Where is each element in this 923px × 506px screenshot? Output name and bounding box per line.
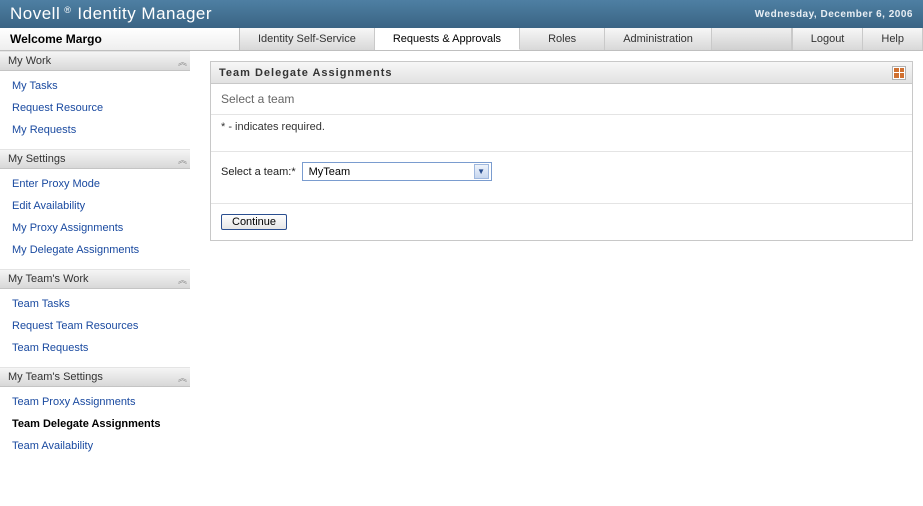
sidebar-group-label: My Settings bbox=[8, 153, 65, 165]
sidebar-item-team-availability[interactable]: Team Availability bbox=[0, 435, 190, 457]
select-team-value: MyTeam bbox=[309, 166, 351, 178]
sidebar-group-label: My Team's Work bbox=[8, 273, 89, 285]
panel-title-bar: Team Delegate Assignments bbox=[211, 62, 912, 84]
sidebar-item-my-delegate-assignments[interactable]: My Delegate Assignments bbox=[0, 239, 190, 261]
header-date: Wednesday, December 6, 2006 bbox=[755, 9, 913, 20]
panel-subtitle: Select a team bbox=[211, 84, 912, 115]
sidebar-item-request-resource[interactable]: Request Resource bbox=[0, 97, 190, 119]
tab-bar: Identity Self-Service Requests & Approva… bbox=[240, 28, 923, 50]
panel: Team Delegate Assignments Select a team … bbox=[210, 61, 913, 241]
sidebar-group-my-teams-work[interactable]: My Team's Work ︽ bbox=[0, 269, 190, 289]
sidebar-item-team-tasks[interactable]: Team Tasks bbox=[0, 293, 190, 315]
brand-company: Novell bbox=[10, 4, 60, 24]
collapse-icon: ︽ bbox=[178, 153, 184, 166]
sidebar-item-team-requests[interactable]: Team Requests bbox=[0, 337, 190, 359]
tab-roles[interactable]: Roles bbox=[520, 28, 605, 50]
continue-button[interactable]: Continue bbox=[221, 214, 287, 230]
sidebar-item-my-requests[interactable]: My Requests bbox=[0, 119, 190, 141]
grid-icon[interactable] bbox=[892, 66, 906, 80]
select-team-label: Select a team:* bbox=[221, 166, 296, 178]
sidebar-item-team-delegate-assignments[interactable]: Team Delegate Assignments bbox=[0, 413, 190, 435]
tab-logout[interactable]: Logout bbox=[792, 28, 864, 50]
sidebar-item-enter-proxy-mode[interactable]: Enter Proxy Mode bbox=[0, 173, 190, 195]
form-row-select-team: Select a team:* MyTeam ▼ bbox=[211, 151, 912, 204]
sidebar-group-my-settings[interactable]: My Settings ︽ bbox=[0, 149, 190, 169]
sidebar: My Work ︽ My Tasks Request Resource My R… bbox=[0, 51, 190, 506]
collapse-icon: ︽ bbox=[178, 55, 184, 68]
required-note: * - indicates required. bbox=[211, 115, 912, 151]
sidebar-group-label: My Team's Settings bbox=[8, 371, 103, 383]
sidebar-item-my-tasks[interactable]: My Tasks bbox=[0, 75, 190, 97]
nav-row: Welcome Margo Identity Self-Service Requ… bbox=[0, 28, 923, 51]
panel-title-text: Team Delegate Assignments bbox=[219, 67, 393, 79]
brand-product: Identity Manager bbox=[77, 4, 212, 24]
collapse-icon: ︽ bbox=[178, 273, 184, 286]
sidebar-item-my-proxy-assignments[interactable]: My Proxy Assignments bbox=[0, 217, 190, 239]
sidebar-item-team-proxy-assignments[interactable]: Team Proxy Assignments bbox=[0, 391, 190, 413]
main-area: Team Delegate Assignments Select a team … bbox=[190, 51, 923, 506]
brand-reg: ® bbox=[64, 5, 71, 15]
tab-help[interactable]: Help bbox=[863, 28, 923, 50]
sidebar-item-request-team-resources[interactable]: Request Team Resources bbox=[0, 315, 190, 337]
tab-self-service[interactable]: Identity Self-Service bbox=[240, 28, 375, 50]
sidebar-group-my-teams-settings[interactable]: My Team's Settings ︽ bbox=[0, 367, 190, 387]
collapse-icon: ︽ bbox=[178, 371, 184, 384]
welcome-text: Welcome Margo bbox=[0, 28, 240, 50]
select-team-dropdown[interactable]: MyTeam ▼ bbox=[302, 162, 492, 181]
sidebar-group-my-work[interactable]: My Work ︽ bbox=[0, 51, 190, 71]
tab-administration[interactable]: Administration bbox=[605, 28, 712, 50]
sidebar-group-label: My Work bbox=[8, 55, 51, 67]
sidebar-item-edit-availability[interactable]: Edit Availability bbox=[0, 195, 190, 217]
brand-bar: Novell ® Identity Manager Wednesday, Dec… bbox=[0, 0, 923, 28]
tab-requests-approvals[interactable]: Requests & Approvals bbox=[375, 28, 520, 50]
tab-spacer bbox=[712, 28, 792, 50]
chevron-down-icon: ▼ bbox=[474, 164, 489, 179]
